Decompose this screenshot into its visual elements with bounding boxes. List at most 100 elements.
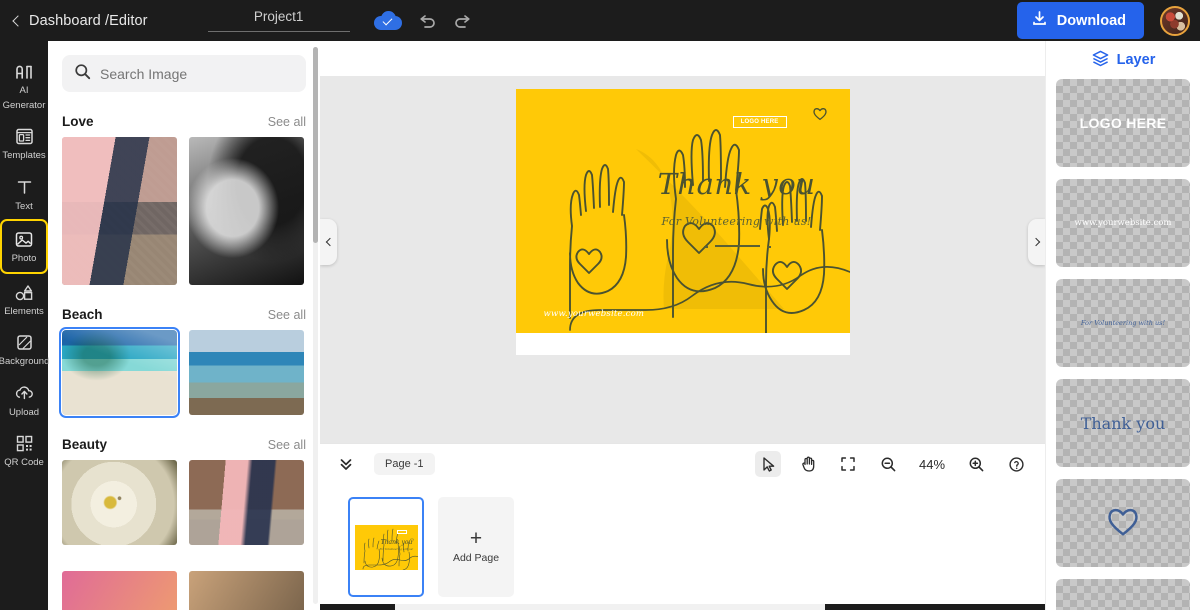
sidebar-item-elements[interactable]: Elements — [0, 274, 48, 325]
sidebar-item-photo[interactable]: Photo — [0, 219, 48, 274]
beauty-photo-1[interactable] — [62, 460, 177, 545]
search-input[interactable] — [100, 65, 294, 82]
mini-subheading: For Volunteering with us! — [379, 547, 414, 551]
love-photo-2[interactable] — [189, 137, 304, 285]
select-tool[interactable] — [755, 451, 781, 477]
layer-item-blank[interactable] — [1056, 579, 1190, 610]
love-photo-1[interactable] — [62, 137, 177, 285]
beach-photo-2[interactable] — [189, 330, 304, 415]
layer-item-heart[interactable] — [1056, 479, 1190, 567]
photo-icon — [14, 229, 34, 250]
chevron-left-icon — [12, 14, 24, 27]
thumb-row-beauty — [62, 460, 306, 545]
breadcrumb-back[interactable]: Dashboard /Editor — [12, 12, 148, 29]
qrcode-icon — [15, 433, 34, 454]
double-chevron-down-icon[interactable] — [336, 454, 356, 474]
see-all-love[interactable]: See all — [268, 115, 306, 129]
partial-photo-1[interactable] — [62, 571, 177, 610]
sidebar-label-ai-line1: AI — [19, 85, 29, 96]
breadcrumb-label: Dashboard /Editor — [29, 12, 148, 29]
sidebar-item-text[interactable]: Text — [0, 169, 48, 220]
add-page-label: Add Page — [452, 551, 500, 564]
hands-artwork — [568, 129, 850, 333]
layer-panel-header: Layer — [1046, 41, 1200, 79]
cloud-check-icon[interactable] — [373, 10, 402, 31]
pages-strip: Thank you For Volunteering with us! + Ad… — [320, 484, 1045, 610]
thumb-row-love — [62, 137, 306, 285]
sidebar-item-upload[interactable]: Upload — [0, 375, 48, 426]
help-circle-icon[interactable] — [1003, 451, 1029, 477]
canvas-area[interactable]: LOGO HERE Thank you For Volunteering wit… — [320, 41, 1045, 443]
design-heading[interactable]: Thank you — [642, 167, 832, 201]
fullscreen-icon[interactable] — [835, 451, 861, 477]
design-subheading[interactable]: For Volunteering with us! — [642, 215, 832, 228]
layer-item-website[interactable]: www.yourwebsite.com — [1056, 179, 1190, 267]
pages-scrollbar-track — [320, 604, 1045, 610]
chevron-right-icon — [1031, 237, 1040, 247]
see-all-beach[interactable]: See all — [268, 308, 306, 322]
beach-photo-1[interactable] — [59, 327, 180, 418]
project-name-field[interactable]: Project1 — [207, 9, 350, 32]
layer-item-volunteering[interactable]: For Volunteering with us! — [1056, 279, 1190, 367]
rail-filler — [0, 475, 48, 610]
category-title-love: Love — [62, 114, 94, 129]
design-wrapper: LOGO HERE Thank you For Volunteering wit… — [515, 89, 850, 355]
see-all-beauty[interactable]: See all — [268, 438, 306, 452]
sidebar-label-upload: Upload — [8, 406, 40, 418]
add-page-button[interactable]: + Add Page — [438, 497, 514, 597]
zoom-in-icon[interactable] — [963, 451, 989, 477]
collapse-right-panel-tab[interactable] — [1028, 219, 1045, 265]
app-body: AI Generator Templates Text Photo Elemen… — [0, 41, 1200, 610]
layer-panel: Layer LOGO HERE www.yourwebsite.com For … — [1045, 41, 1200, 610]
heart-outline-icon — [812, 106, 828, 121]
thumb-row-partial — [62, 571, 306, 610]
mini-logo-badge — [396, 529, 407, 534]
chevron-left-icon — [325, 237, 334, 247]
sidebar-item-templates[interactable]: Templates — [0, 118, 48, 169]
layer-list: LOGO HERE www.yourwebsite.com For Volunt… — [1046, 79, 1200, 610]
app-root: Dashboard /Editor Project1 Download AI G… — [0, 0, 1200, 610]
plus-icon: + — [469, 526, 483, 550]
sidebar-item-background[interactable]: Background — [0, 324, 49, 375]
zoom-out-icon[interactable] — [875, 451, 901, 477]
upload-icon — [14, 383, 35, 404]
project-name-label: Project1 — [207, 9, 350, 32]
hand-tool[interactable] — [795, 451, 821, 477]
layer-item-logo[interactable]: LOGO HERE — [1056, 79, 1190, 167]
photo-panel-scrollbar[interactable] — [313, 47, 318, 243]
design-website[interactable]: www.yourwebsite.com — [544, 309, 645, 319]
mini-heading: Thank you — [380, 538, 413, 546]
thumb-row-beach — [59, 327, 306, 418]
collapse-left-panel-tab[interactable] — [320, 219, 337, 265]
avatar[interactable] — [1160, 5, 1190, 36]
download-button[interactable]: Download — [1016, 2, 1144, 39]
download-label: Download — [1056, 12, 1126, 29]
sidebar-label-ai-line2: Generator — [2, 99, 46, 111]
page-thumbnail-preview: Thank you For Volunteering with us! — [354, 524, 418, 570]
sidebar-label-text: Text — [15, 200, 33, 212]
layer-label-thank-you: Thank you — [1080, 413, 1166, 433]
layer-panel-title: Layer — [1116, 52, 1156, 68]
search-icon — [74, 63, 91, 85]
partial-photo-2[interactable] — [189, 571, 304, 610]
category-header-beauty: Beauty See all — [62, 437, 306, 452]
layer-item-thank-you[interactable]: Thank you — [1056, 379, 1190, 467]
layer-label-volunteering: For Volunteering with us! — [1080, 319, 1166, 327]
sidebar-item-ai-generator[interactable]: AI Generator — [0, 53, 48, 118]
undo-icon[interactable] — [416, 11, 438, 31]
logo-here-badge[interactable]: LOGO HERE — [732, 116, 787, 128]
pages-scrollbar[interactable] — [395, 604, 825, 610]
canvas-top-strip — [320, 41, 1045, 76]
page-indicator-chip[interactable]: Page -1 — [374, 453, 435, 475]
sidebar-label-photo: Photo — [11, 253, 37, 264]
redo-icon[interactable] — [452, 11, 474, 31]
page-thumbnail-1[interactable]: Thank you For Volunteering with us! — [348, 497, 424, 597]
design-card[interactable]: LOGO HERE Thank you For Volunteering wit… — [515, 89, 850, 333]
search-image-box[interactable] — [62, 55, 306, 92]
design-divider — [703, 245, 771, 248]
sidebar-item-qr-code[interactable]: QR Code — [0, 425, 48, 476]
beauty-photo-2[interactable] — [189, 460, 304, 545]
layers-icon — [1091, 49, 1110, 71]
category-title-beach: Beach — [62, 307, 103, 322]
category-header-love: Love See all — [62, 114, 306, 129]
